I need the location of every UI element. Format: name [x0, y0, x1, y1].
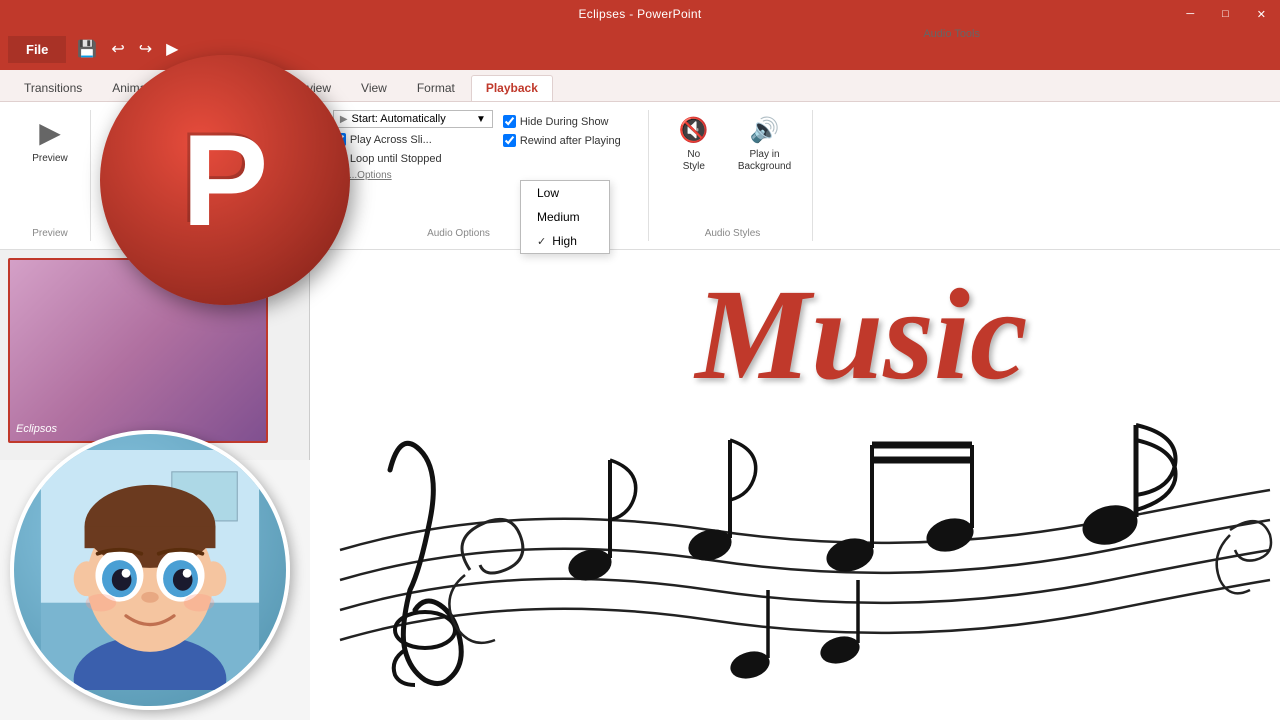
dropdown-arrow-icon: ▼	[476, 114, 486, 125]
play-in-background-button[interactable]: 🔊 Play inBackground	[728, 110, 801, 179]
audio-tools-context-label: Audio Tools	[903, 0, 1000, 70]
window-title: Eclipses - PowerPoint	[578, 7, 701, 21]
no-style-icon: 🔇	[679, 116, 709, 145]
main-content: Eclipses - PowerPoint ─ □ ✕ File 💾 ↩ ↪ ▶…	[0, 0, 1280, 720]
volume-option-low[interactable]: Low	[521, 181, 609, 205]
start-dropdown[interactable]: ▶ Start: Automatically ▼	[333, 110, 493, 128]
play-bg-icon: 🔊	[750, 116, 780, 145]
slide-title: Eclipsos	[16, 423, 57, 435]
play-icon: ▶	[39, 116, 61, 149]
audio-options-left: ▶ Start: Automatically ▼ Play Across Sli…	[333, 110, 493, 181]
file-tab-button[interactable]: File	[8, 36, 66, 63]
volume-option-medium[interactable]: Medium	[521, 205, 609, 229]
volume-dropdown: Low Medium High	[520, 180, 610, 254]
redo-button[interactable]: ↪	[132, 35, 159, 63]
volume-option-high[interactable]: High	[521, 229, 609, 253]
audio-styles-group-label: Audio Styles	[705, 228, 761, 239]
tab-transitions[interactable]: Transitions	[10, 76, 96, 101]
powerpoint-logo: P	[100, 55, 350, 305]
avatar-circle	[10, 430, 290, 710]
tab-format[interactable]: Format	[403, 76, 469, 101]
music-notes-graphic	[310, 370, 1280, 690]
ribbon-group-audio-styles: 🔇 NoStyle 🔊 Play inBackground Audio Styl…	[653, 110, 813, 241]
loop-until-checkbox[interactable]: Loop until Stopped	[333, 151, 493, 166]
start-label: Start: Automatically	[352, 113, 446, 125]
tab-playback[interactable]: Playback	[471, 75, 553, 101]
audio-options-group-label: Audio Options	[427, 228, 490, 239]
no-style-button[interactable]: 🔇 NoStyle	[664, 110, 724, 179]
undo-button[interactable]: ↩	[104, 35, 131, 63]
present-button[interactable]: ▶	[159, 35, 185, 63]
save-button[interactable]: 💾	[70, 35, 104, 63]
preview-play-button[interactable]: ▶ Preview	[20, 110, 80, 170]
ppt-p-letter: P	[182, 115, 269, 245]
title-bar: Eclipses - PowerPoint ─ □ ✕	[0, 0, 1280, 28]
tab-view[interactable]: View	[347, 76, 401, 101]
minimize-button[interactable]: ─	[1172, 0, 1208, 28]
play-across-checkbox[interactable]: Play Across Sli...	[333, 132, 493, 147]
rewind-after-playing-checkbox[interactable]: Rewind after Playing	[503, 133, 621, 148]
slide-main-area: Music	[310, 250, 1280, 720]
music-heading: Music	[695, 270, 1027, 400]
more-options-link[interactable]: ...Options	[333, 170, 493, 181]
avatar-face-svg	[40, 450, 260, 690]
window-controls: ─ □ ✕	[1172, 0, 1280, 28]
hide-during-show-checkbox[interactable]: Hide During Show	[503, 114, 621, 129]
close-button[interactable]: ✕	[1243, 0, 1280, 28]
preview-group-label: Preview	[32, 228, 68, 239]
ribbon-group-preview: ▶ Preview Preview	[10, 110, 91, 241]
restore-button[interactable]: □	[1208, 0, 1243, 28]
audio-options-right: Hide During Show Rewind after Playing	[503, 114, 621, 148]
